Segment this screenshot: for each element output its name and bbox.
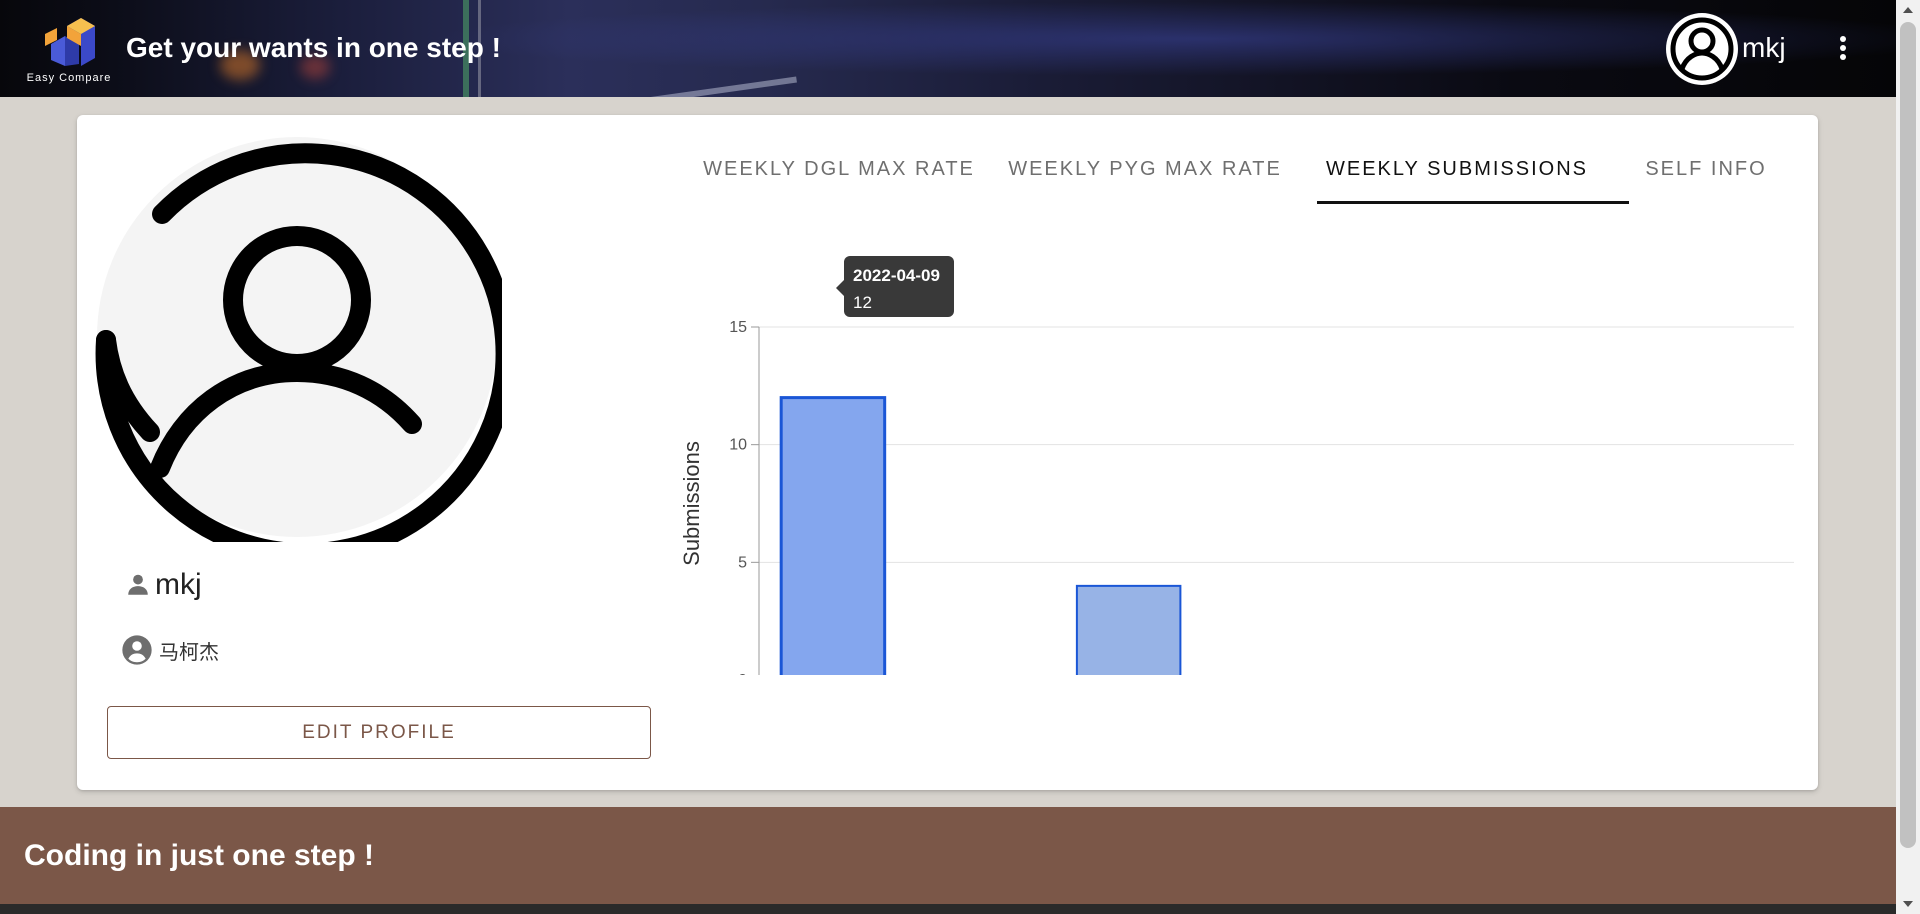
y-tick-label: 0 [738,672,747,675]
tab-weekly-dgl-max-rate[interactable]: WEEKLY DGL MAX RATE [689,145,989,205]
edit-profile-button[interactable]: EDIT PROFILE [107,706,651,759]
user-icon [1670,17,1734,81]
tooltip-value: 12 [853,293,872,312]
y-tick-label: 10 [729,437,747,454]
logo-text: Easy Compare [26,72,112,84]
kebab-dot-icon [1840,36,1846,42]
account-circle-icon [122,635,152,665]
profile-username: mkj [155,568,202,601]
y-tick-label: 5 [738,554,747,571]
tab-weekly-submissions[interactable]: WEEKLY SUBMISSIONS [1301,145,1613,205]
scroll-down-arrow-icon[interactable] [1896,894,1920,914]
tooltip-title: 2022-04-09 [853,266,940,285]
footer-text: Coding in just one step ! [24,839,374,872]
header-background-code [555,0,1184,97]
bottom-strip [0,904,1896,914]
kebab-dot-icon [1840,54,1846,60]
app-logo[interactable]: Easy Compare [26,14,112,86]
profile-avatar-icon [95,137,502,542]
header-username[interactable]: mkj [1742,32,1786,64]
active-tab-indicator [1317,201,1629,204]
chart-bar [779,396,887,675]
tab-weekly-pyg-max-rate[interactable]: WEEKLY PYG MAX RATE [989,145,1301,205]
page-scrollbar[interactable] [1896,0,1920,914]
app-header: Easy Compare Get your wants in one step … [0,0,1896,97]
tab-bar: WEEKLY DGL MAX RATE WEEKLY PYG MAX RATE … [689,145,1799,205]
scrollbar-thumb[interactable] [1900,22,1916,848]
header-code-glyphs [647,76,797,97]
chart-tooltip: 2022-04-09 12 [836,256,954,317]
profile-card: mkj 马柯杰 EDIT PROFILE WEEKLY DGL MAX RATE… [77,115,1818,790]
header-title: Get your wants in one step ! [126,32,501,63]
y-tick-label: 15 [729,319,747,336]
header-avatar[interactable] [1666,13,1738,85]
profile-realname-row: 马柯杰 [121,633,219,667]
header-user-area: mkj [1666,0,1896,97]
tab-self-info[interactable]: SELF INFO [1613,145,1799,205]
logo-icon [45,18,95,66]
scroll-up-arrow-icon[interactable] [1896,0,1920,20]
y-axis-label: Submissions [679,441,704,566]
person-icon [128,574,148,595]
profile-username-row: mkj [125,567,202,603]
chart-bar [1075,584,1182,675]
more-menu-button[interactable] [1829,30,1857,66]
kebab-dot-icon [1840,45,1846,51]
profile-realname: 马柯杰 [159,641,219,664]
app-footer: Coding in just one step ! [0,807,1896,904]
